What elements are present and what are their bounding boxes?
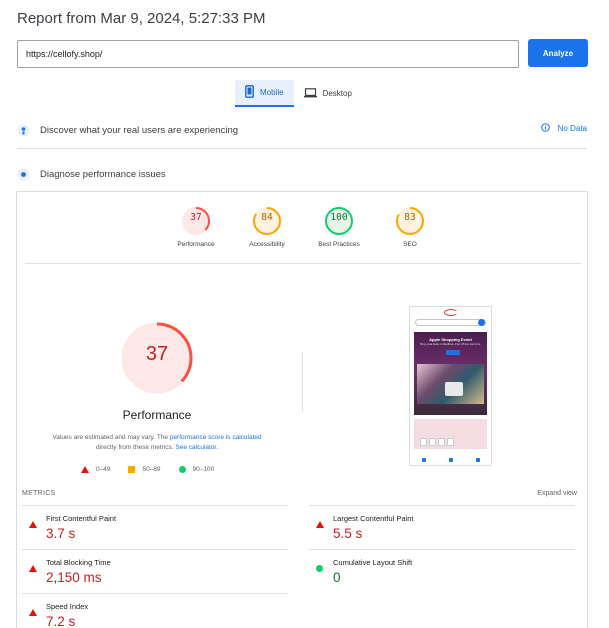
screenshot-hero-subtitle: Shop great deals on MacBook, iPad, iPhon… bbox=[419, 343, 481, 346]
screenshot-bottom-nav bbox=[410, 455, 491, 465]
analyze-button[interactable]: Analyze bbox=[528, 39, 588, 67]
fail-triangle-icon bbox=[29, 559, 37, 577]
gauge-performance-score: 37 bbox=[190, 212, 202, 223]
lab-report-card: 37 Performance 84 Accessibility 100 Best… bbox=[16, 191, 588, 628]
report-title: Report from Mar 9, 2024, 5:27:33 PM bbox=[17, 10, 266, 27]
metric-value: 2,150 ms bbox=[46, 570, 102, 585]
gauge-best-practices[interactable]: 100 Best Practices bbox=[309, 206, 369, 248]
metric-largest-contentful-paint: Largest Contentful Paint 5.5 s bbox=[309, 505, 575, 549]
diagnose-section: Diagnose performance issues bbox=[17, 165, 587, 183]
legend-fail-range: 0–49 bbox=[96, 466, 111, 473]
gauge-best-practices-label: Best Practices bbox=[318, 241, 360, 248]
metrics-heading: METRICS bbox=[22, 490, 56, 497]
estimate-middle: directly from these metrics. bbox=[95, 444, 176, 451]
gauge-accessibility[interactable]: 84 Accessibility bbox=[237, 206, 297, 248]
metric-total-blocking-time: Total Blocking Time 2,150 ms bbox=[22, 549, 288, 593]
fail-triangle-icon bbox=[29, 515, 37, 533]
gauge-seo-score: 83 bbox=[404, 212, 416, 223]
metric-name: Speed Index bbox=[46, 602, 89, 611]
estimate-prefix: Values are estimated and may vary. The bbox=[52, 434, 170, 441]
url-input[interactable] bbox=[17, 40, 519, 68]
gauge-best-practices-score: 100 bbox=[330, 212, 348, 223]
diagnose-title: Diagnose performance issues bbox=[40, 168, 166, 180]
gauge-performance-label: Performance bbox=[177, 241, 215, 248]
pass-circle-icon bbox=[316, 559, 323, 577]
gauge-accessibility-score: 84 bbox=[261, 212, 273, 223]
gauge-performance[interactable]: 37 Performance bbox=[166, 206, 226, 248]
expand-view-toggle[interactable]: Expand view bbox=[537, 490, 577, 497]
tab-mobile[interactable]: Mobile bbox=[235, 80, 294, 107]
legend-fail: 0–49 bbox=[81, 466, 110, 473]
screenshot-search bbox=[415, 319, 486, 326]
metric-cumulative-layout-shift: Cumulative Layout Shift 0 bbox=[309, 549, 575, 593]
legend-average-range: 50–89 bbox=[142, 466, 161, 473]
triangle-icon bbox=[81, 466, 89, 473]
category-gauges: 37 Performance 84 Accessibility 100 Best… bbox=[17, 206, 589, 254]
metric-value: 5.5 s bbox=[333, 526, 363, 541]
legend-average: 50–89 bbox=[128, 466, 161, 473]
metric-speed-index: Speed Index 7.2 s bbox=[22, 593, 288, 628]
divider bbox=[25, 263, 581, 264]
field-data-title: Discover what your real users are experi… bbox=[40, 124, 239, 136]
gauge-accessibility-label: Accessibility bbox=[249, 241, 285, 248]
performance-main-label: Performance bbox=[122, 408, 192, 422]
field-data-section[interactable]: Discover what your real users are experi… bbox=[17, 121, 587, 139]
screenshot-countdown bbox=[420, 438, 454, 446]
estimate-note: Values are estimated and may vary. The p… bbox=[32, 433, 282, 453]
metric-value: 3.7 s bbox=[46, 526, 76, 541]
divider bbox=[17, 148, 587, 149]
lab-icon bbox=[17, 168, 30, 181]
smartphone-icon bbox=[245, 85, 254, 100]
page-screenshot[interactable]: Apple Shopping Event Shop great deals on… bbox=[409, 306, 492, 466]
metric-name: Largest Contentful Paint bbox=[333, 514, 414, 523]
metric-first-contentful-paint: First Contentful Paint 3.7 s bbox=[22, 505, 288, 549]
screenshot-product-image bbox=[445, 382, 463, 396]
tab-desktop[interactable]: Desktop bbox=[294, 80, 362, 107]
fail-triangle-icon bbox=[316, 515, 324, 533]
site-logo bbox=[443, 308, 458, 316]
device-tabs: Mobile Desktop bbox=[235, 80, 362, 107]
circle-icon bbox=[178, 466, 186, 473]
legend-pass-range: 90–100 bbox=[192, 466, 215, 473]
metric-name: First Contentful Paint bbox=[46, 514, 117, 523]
legend-pass: 90–100 bbox=[178, 466, 215, 473]
vertical-divider bbox=[302, 352, 303, 412]
screenshot-hero-button bbox=[446, 350, 460, 355]
square-icon bbox=[128, 466, 136, 473]
screenshot-hero-title: Apple Shopping Event bbox=[429, 337, 472, 342]
performance-score-link[interactable]: performance score is calculated bbox=[170, 434, 262, 441]
gauge-seo[interactable]: 83 SEO bbox=[380, 206, 440, 248]
performance-main-score: 37 bbox=[145, 343, 169, 365]
score-legend: 0–49 50–89 90–100 bbox=[81, 466, 214, 473]
metric-value: 0 bbox=[333, 570, 341, 585]
metric-value: 7.2 s bbox=[46, 614, 76, 628]
screenshot-header bbox=[410, 307, 491, 317]
no-data-indicator[interactable]: No Data bbox=[540, 123, 587, 134]
calculator-link[interactable]: See calculator. bbox=[175, 444, 218, 451]
no-data-label: No Data bbox=[557, 124, 587, 133]
tab-desktop-label: Desktop bbox=[322, 89, 352, 98]
gauge-seo-label: SEO bbox=[403, 241, 417, 248]
metric-name: Cumulative Layout Shift bbox=[333, 558, 413, 567]
screenshot-promo bbox=[414, 419, 487, 449]
fail-triangle-icon bbox=[29, 603, 37, 621]
info-icon bbox=[540, 123, 550, 134]
users-icon bbox=[17, 124, 30, 137]
screenshot-hero: Apple Shopping Event Shop great deals on… bbox=[414, 332, 487, 415]
metric-name: Total Blocking Time bbox=[46, 558, 111, 567]
laptop-icon bbox=[303, 87, 317, 100]
tab-mobile-label: Mobile bbox=[260, 88, 284, 97]
